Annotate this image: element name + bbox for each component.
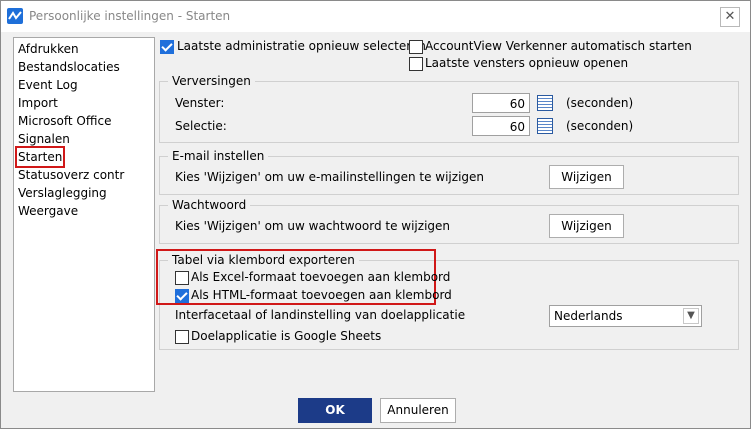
list-item-statusoverz-contr[interactable]: Statusoverz contr [18, 167, 124, 183]
list-item-bestandslocaties[interactable]: Bestandslocaties [18, 59, 120, 75]
interfacetaal-label: Interfacetaal of landinstelling van doel… [175, 308, 466, 322]
html-checkbox[interactable] [175, 289, 189, 303]
wachtwoord-text: Kies 'Wijzigen' om uw wachtwoord te wijz… [175, 219, 451, 233]
list-item-import[interactable]: Import [18, 95, 58, 111]
chevron-down-icon[interactable]: ▼ [683, 308, 699, 324]
laatste-administratie-checkbox[interactable] [160, 40, 174, 54]
interfacetaal-value: Nederlands [554, 309, 623, 323]
venster-label: Venster: [175, 96, 225, 110]
verkenner-auto-checkbox[interactable] [409, 40, 423, 54]
html-label: Als HTML-formaat toevoegen aan klembord [191, 288, 452, 302]
list-item-verslaglegging[interactable]: Verslaglegging [18, 185, 107, 201]
app-logo-icon [7, 8, 23, 24]
verversingen-group: Verversingen [159, 74, 739, 143]
excel-checkbox[interactable] [175, 271, 189, 285]
wachtwoord-title: Wachtwoord [168, 198, 251, 212]
category-list[interactable]: Afdrukken Bestandslocaties Event Log Imp… [13, 37, 155, 392]
email-title: E-mail instellen [168, 149, 269, 163]
wachtwoord-wijzigen-button[interactable]: Wijzigen [549, 214, 624, 238]
ok-button[interactable]: OK [298, 398, 372, 423]
venster-unit: (seconden) [566, 96, 634, 110]
laatste-vensters-label: Laatste vensters opnieuw openen [425, 56, 629, 70]
laatste-administratie-label: Laatste administratie opnieuw selecteren [177, 39, 426, 53]
google-sheets-checkbox[interactable] [175, 330, 189, 344]
selectie-unit: (seconden) [566, 119, 634, 133]
selectie-input[interactable]: 60 [472, 116, 530, 136]
excel-label: Als Excel-formaat toevoegen aan klembord [191, 270, 451, 284]
list-item-starten[interactable]: Starten [14, 146, 66, 168]
email-wijzigen-button[interactable]: Wijzigen [549, 165, 624, 189]
list-item-afdrukken[interactable]: Afdrukken [18, 41, 79, 57]
calendar-icon[interactable] [537, 95, 553, 111]
calendar-icon[interactable] [537, 118, 553, 134]
interfacetaal-select[interactable]: Nederlands ▼ [549, 305, 702, 327]
annuleren-button[interactable]: Annuleren [380, 398, 456, 423]
title-bar: Persoonlijke instellingen - Starten ✕ [1, 1, 750, 32]
email-text: Kies 'Wijzigen' om uw e-mailinstellingen… [175, 170, 485, 184]
list-item-event-log[interactable]: Event Log [18, 77, 78, 93]
venster-input[interactable]: 60 [472, 93, 530, 113]
verkenner-auto-label: AccountView Verkenner automatisch starte… [425, 39, 692, 53]
selectie-label: Selectie: [175, 119, 227, 133]
list-item-signalen[interactable]: Signalen [18, 131, 70, 147]
settings-dialog: Persoonlijke instellingen - Starten ✕ Af… [0, 0, 751, 429]
verversingen-title: Verversingen [168, 74, 255, 88]
list-item-microsoft-office[interactable]: Microsoft Office [18, 113, 111, 129]
list-item-weergave[interactable]: Weergave [18, 203, 78, 219]
google-sheets-label: Doelapplicatie is Google Sheets [191, 329, 382, 343]
window-title: Persoonlijke instellingen - Starten [29, 9, 231, 23]
close-icon[interactable]: ✕ [720, 7, 740, 27]
laatste-vensters-checkbox[interactable] [409, 57, 423, 71]
